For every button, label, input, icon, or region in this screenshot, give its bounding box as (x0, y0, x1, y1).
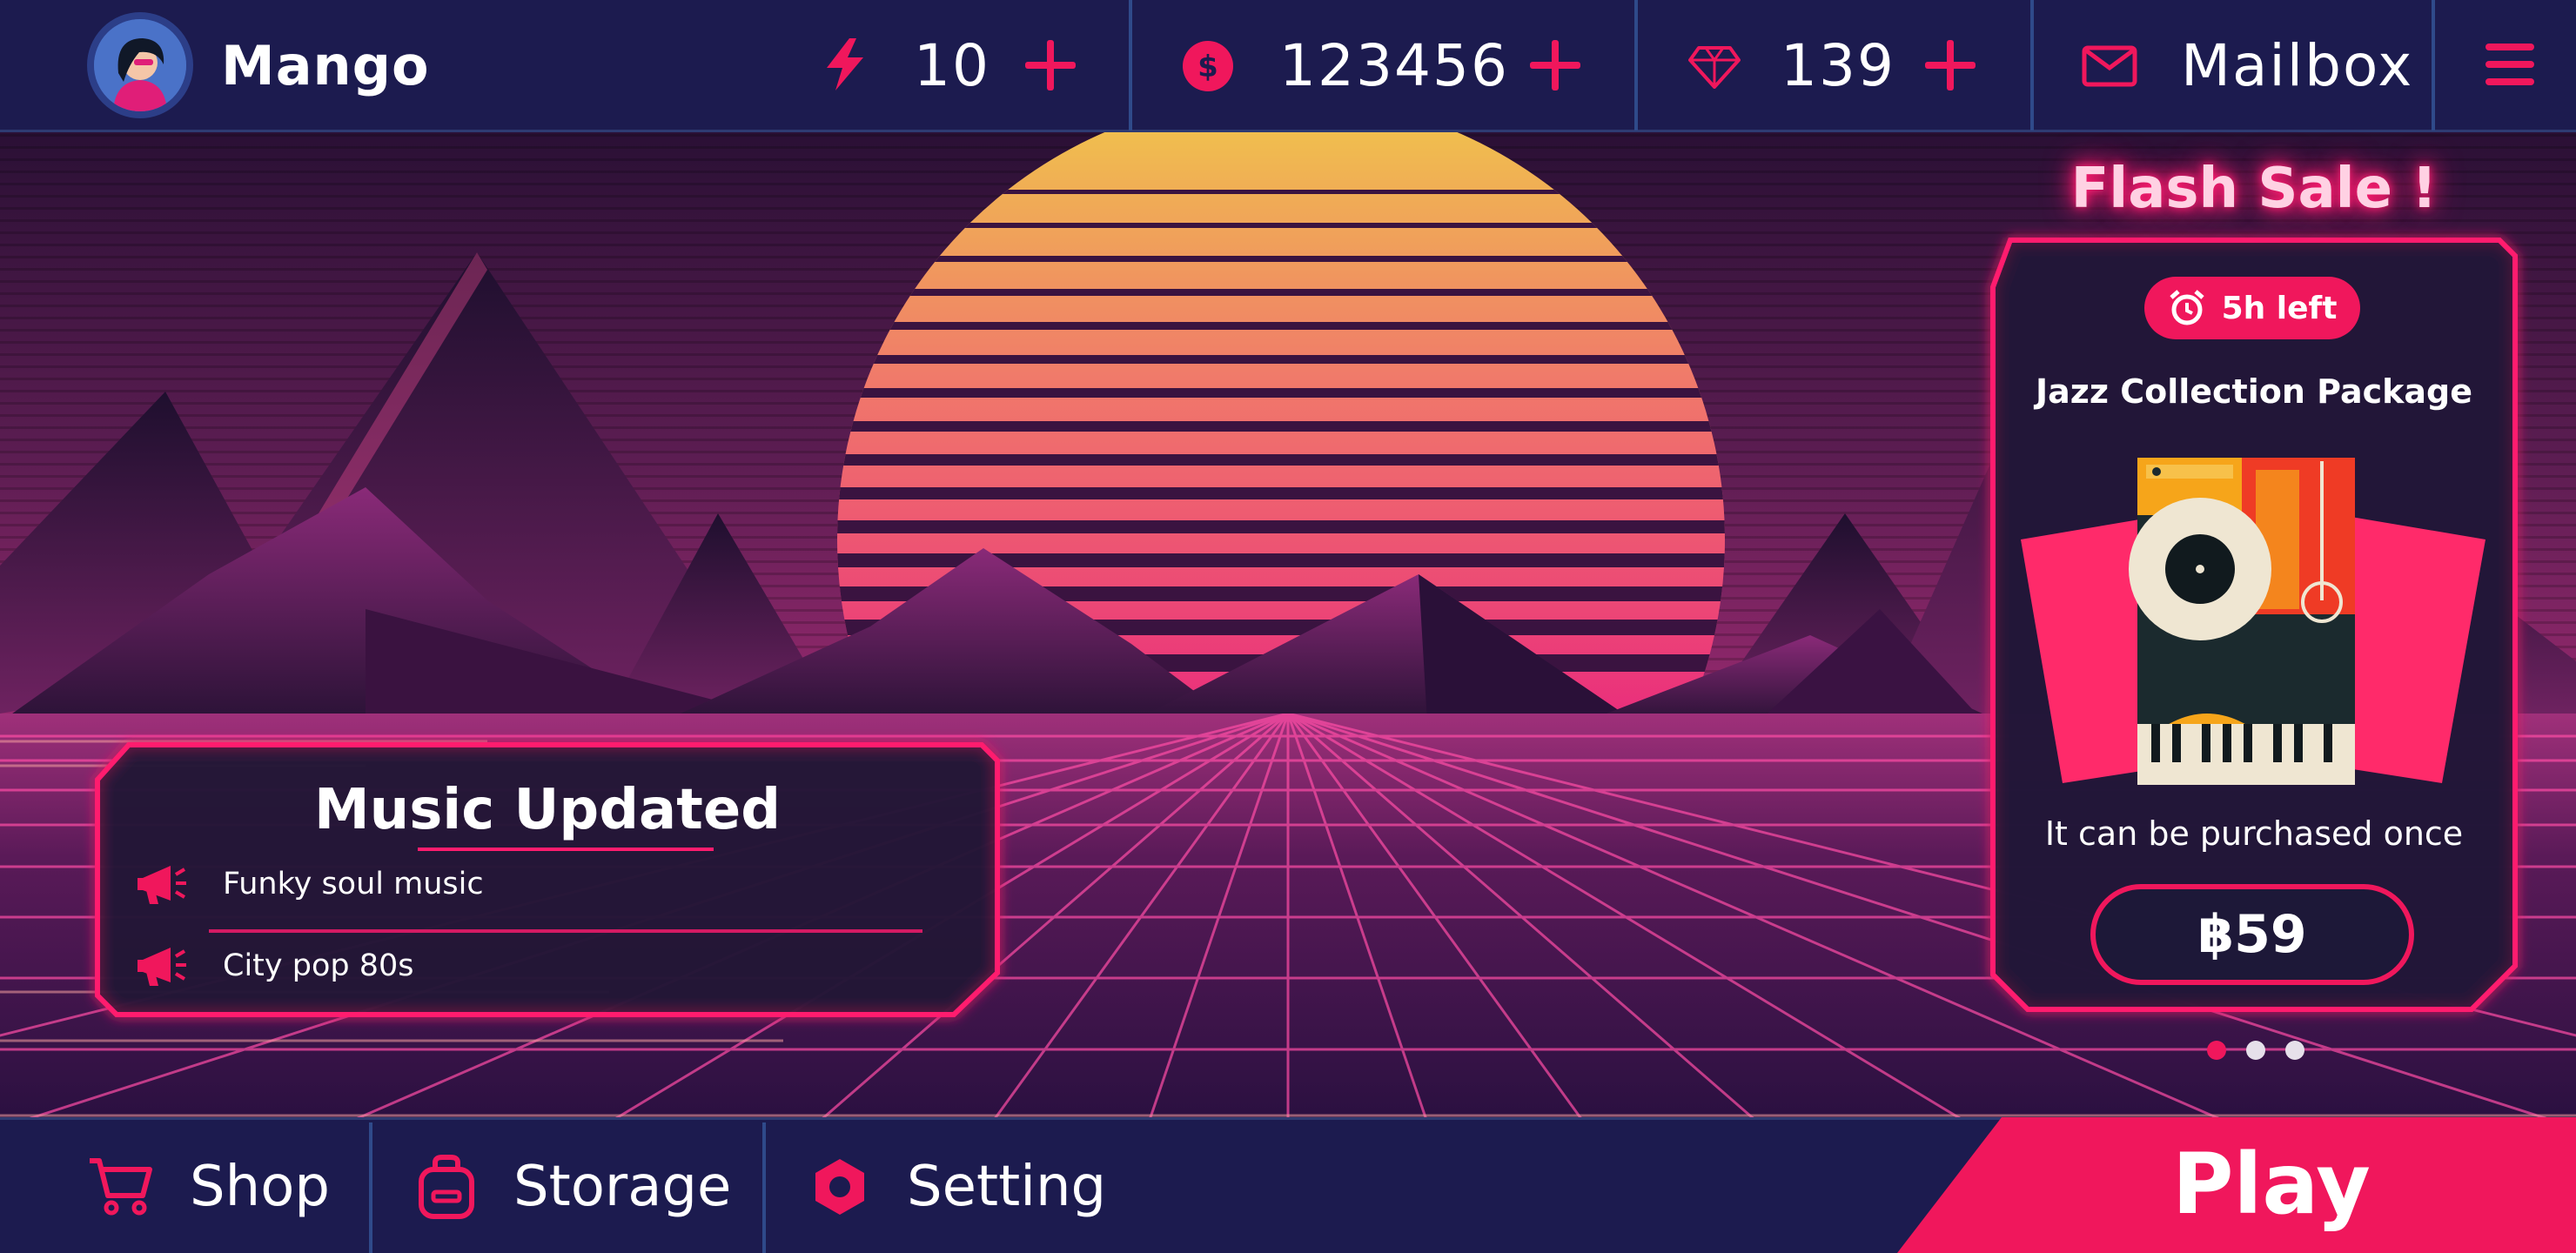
lightning-icon (827, 38, 863, 90)
add-energy-button[interactable] (1025, 40, 1076, 90)
carousel-pagination (2207, 1041, 2304, 1062)
cart-icon (90, 1158, 152, 1216)
divider (762, 1122, 766, 1253)
shop-label: Shop (190, 1155, 330, 1219)
divider (1634, 0, 1638, 131)
backpack-icon (419, 1155, 474, 1219)
setting-button[interactable]: Setting (809, 1119, 1106, 1253)
energy-value: 10 (914, 31, 990, 99)
buy-package-button[interactable]: ฿59 (2090, 884, 2414, 985)
alarm-clock-icon (2169, 290, 2204, 325)
sale-timer-badge: 5h left (2144, 277, 2360, 339)
list-item: Funky soul music (136, 858, 484, 910)
mailbox-label: Mailbox (2181, 31, 2414, 99)
top-bar: Mango 10 $ 123456 139 Mailbox (0, 0, 2576, 132)
add-coins-button[interactable] (1530, 40, 1580, 90)
list-item: City pop 80s (136, 940, 413, 992)
divider (2030, 0, 2034, 131)
coin-value: 123456 (1279, 31, 1509, 99)
svg-text:$: $ (1197, 50, 1218, 84)
music-update-panel: Music Updated Funky soul music City pop … (97, 745, 997, 1016)
dollar-coin-icon: $ (1183, 41, 1233, 91)
diamond-icon (1688, 46, 1741, 89)
flash-sale-title: Flash Sale ! (2070, 157, 2438, 221)
player-avatar[interactable] (87, 12, 193, 118)
music-item-label: City pop 80s (223, 948, 414, 983)
package-name: Jazz Collection Package (2035, 372, 2473, 411)
hexagon-settings-icon (815, 1159, 864, 1215)
hamburger-menu-icon[interactable] (2485, 44, 2534, 85)
player-name: Mango (221, 33, 430, 97)
gem-value: 139 (1781, 31, 1895, 99)
shop-button[interactable]: Shop (87, 1119, 330, 1253)
sale-timer-label: 5h left (2221, 290, 2338, 326)
pagination-dot-active[interactable] (2207, 1041, 2226, 1060)
mail-icon (2082, 45, 2137, 87)
setting-label: Setting (907, 1155, 1107, 1219)
player-profile[interactable]: Mango (87, 12, 430, 118)
music-update-title: Music Updated (313, 778, 782, 842)
storage-label: Storage (513, 1155, 732, 1219)
pagination-dot[interactable] (2285, 1041, 2304, 1060)
music-item-label: Funky soul music (223, 867, 484, 901)
megaphone-icon (138, 866, 186, 904)
storage-button[interactable]: Storage (416, 1119, 731, 1253)
play-label[interactable]: Play (2106, 1122, 2437, 1246)
divider (1129, 0, 1132, 131)
pagination-dot[interactable] (2246, 1041, 2265, 1060)
megaphone-icon (138, 948, 186, 986)
purchase-limit-note: It can be purchased once (2044, 814, 2464, 853)
divider (369, 1122, 372, 1253)
divider (2432, 0, 2435, 131)
add-gems-button[interactable] (1925, 40, 1976, 90)
